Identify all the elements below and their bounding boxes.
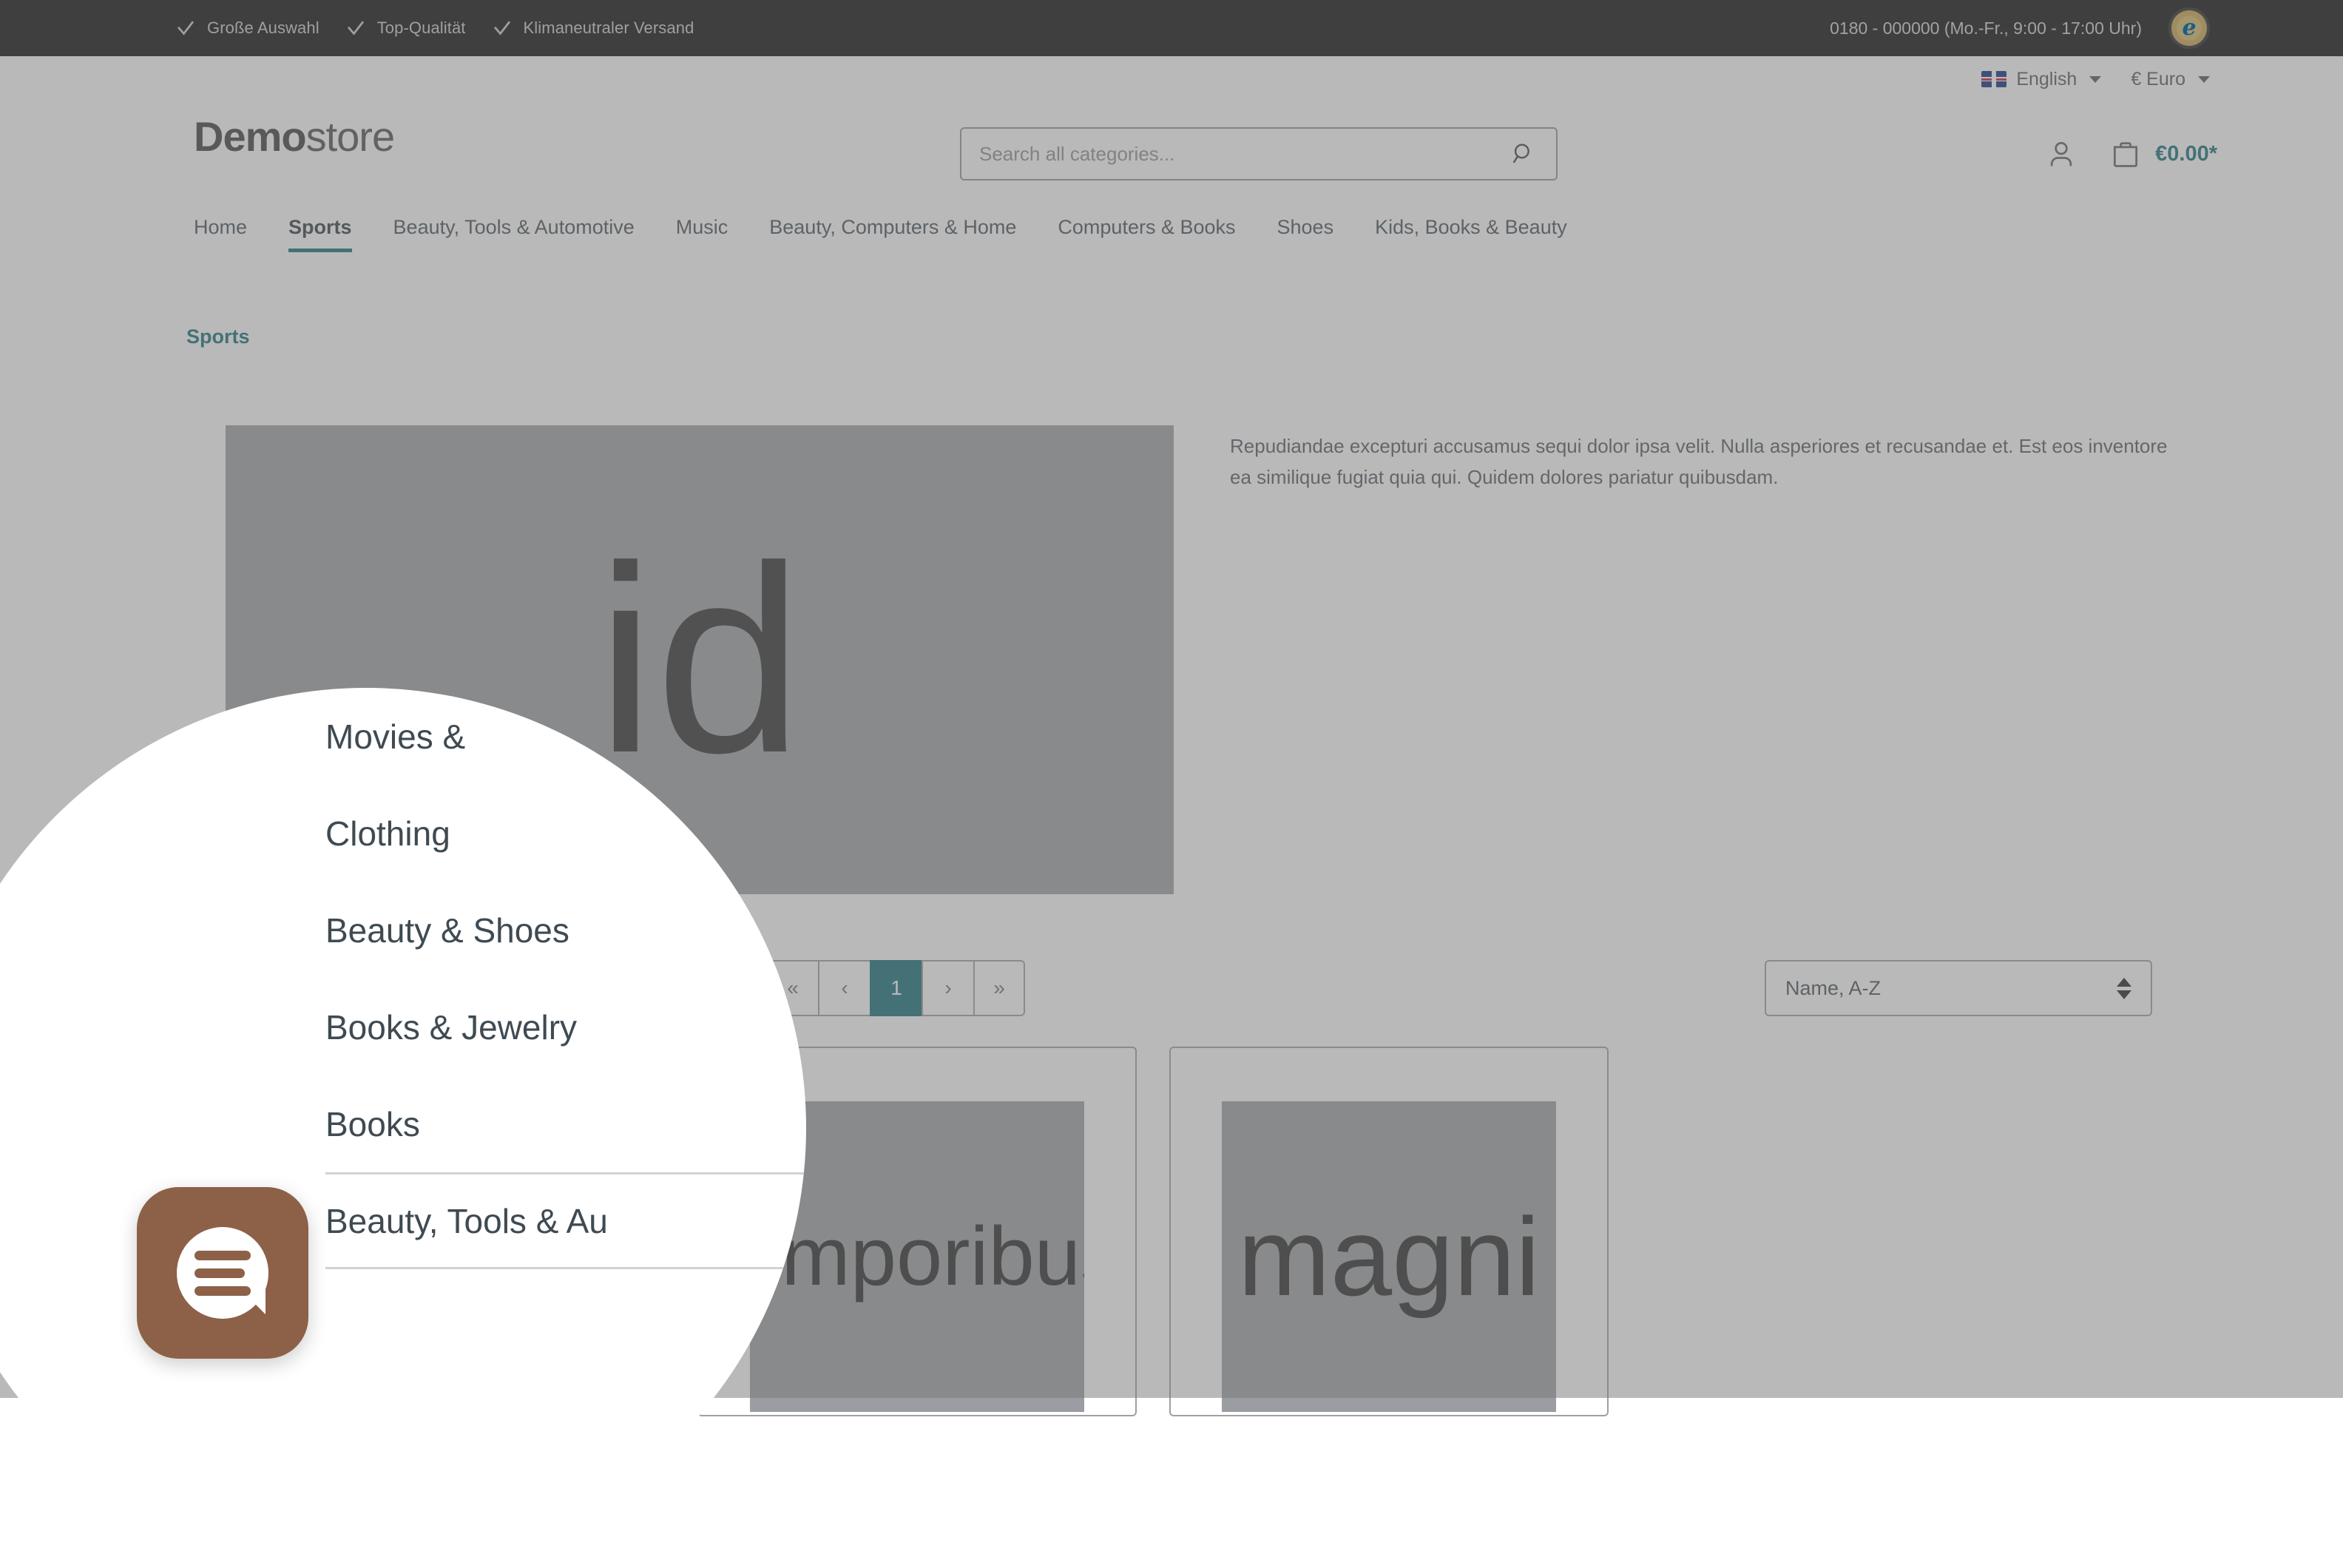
dropdown-item-books[interactable]: Books [325, 1075, 806, 1172]
select-stepper-icon [2117, 978, 2131, 999]
usp-label: Klimaneutraler Versand [524, 18, 694, 38]
dropdown-item-beauty-shoes[interactable]: Beauty & Shoes [325, 882, 806, 979]
language-selector[interactable]: English [1981, 69, 2101, 90]
pagination-next-page[interactable]: › [922, 960, 973, 1016]
usp-label: Große Auswahl [207, 18, 320, 38]
nav-item-music[interactable]: Music [676, 209, 728, 258]
usp-item: Klimaneutraler Versand [491, 17, 694, 39]
category-description: Repudiandae excepturi accusamus sequi do… [1230, 430, 2191, 493]
currency-selector[interactable]: € Euro [2131, 69, 2210, 90]
logo-bold-part: Demo [194, 113, 306, 160]
check-icon [175, 17, 197, 39]
pagination-page-1[interactable]: 1 [870, 960, 922, 1016]
top-utility-bar: Große Auswahl Top-Qualität Klimaneutrale… [0, 0, 2343, 56]
badge-letter: e [2182, 17, 2196, 39]
search-button[interactable] [1509, 139, 1538, 169]
dropdown-item-clothing[interactable]: Clothing [325, 785, 806, 882]
topbar-right: 0180 - 000000 (Mo.-Fr., 9:00 - 17:00 Uhr… [1830, 7, 2210, 49]
chevron-down-icon [2089, 76, 2101, 83]
header-actions: €0.00* [2044, 127, 2217, 180]
category-dropdown-menu: Movies & Clothing Beauty & Shoes Books &… [0, 688, 806, 1269]
product-thumbnail: magni [1222, 1101, 1556, 1412]
usp-item: Große Auswahl [175, 17, 320, 39]
check-icon [491, 17, 513, 39]
dropdown-item-movies[interactable]: Movies & [325, 688, 806, 785]
trusted-shops-badge-icon[interactable]: e [2168, 7, 2210, 49]
nav-item-computers-books[interactable]: Computers & Books [1058, 209, 1235, 258]
main-navigation: Home Sports Beauty, Tools & Automotive M… [0, 209, 2343, 271]
pagination-prev-page[interactable]: ‹ [818, 960, 870, 1016]
logo-light-part: store [306, 113, 395, 160]
uk-flag-icon [1981, 71, 2006, 87]
nav-item-shoes[interactable]: Shoes [1277, 209, 1334, 258]
currency-label: € Euro [2131, 69, 2185, 90]
shopping-bag-icon [2109, 138, 2142, 170]
check-icon [345, 17, 367, 39]
chevron-down-icon [2198, 76, 2210, 83]
cart-total-amount: €0.00* [2155, 142, 2217, 166]
hotline-text: 0180 - 000000 (Mo.-Fr., 9:00 - 17:00 Uhr… [1830, 18, 2142, 38]
cart-button[interactable]: €0.00* [2109, 138, 2217, 170]
usp-label: Top-Qualität [377, 18, 466, 38]
account-button[interactable] [2044, 137, 2078, 171]
breadcrumb[interactable]: Sports [186, 325, 250, 348]
pagination-last-page[interactable]: » [973, 960, 1025, 1016]
nav-item-beauty-computers-home[interactable]: Beauty, Computers & Home [769, 209, 1016, 258]
user-icon [2045, 138, 2077, 170]
spotlight-circle: Movies & Clothing Beauty & Shoes Books &… [0, 688, 806, 1568]
locale-bar: English € Euro [0, 56, 2343, 102]
sort-select-value: Name, A-Z [1785, 977, 2117, 1000]
search-icon [1511, 141, 1536, 166]
usp-item: Top-Qualität [345, 17, 466, 39]
nav-item-sports[interactable]: Sports [288, 209, 352, 258]
nav-item-home[interactable]: Home [194, 209, 247, 258]
site-logo[interactable]: Demostore [194, 112, 394, 160]
nav-item-kids-books-beauty[interactable]: Kids, Books & Beauty [1375, 209, 1567, 258]
chat-bubble-icon [177, 1227, 268, 1319]
search-bar[interactable] [960, 127, 1558, 180]
usp-list: Große Auswahl Top-Qualität Klimaneutrale… [175, 17, 694, 39]
product-image-text: magni [1238, 1201, 1541, 1312]
product-card[interactable]: magni [1169, 1047, 1609, 1416]
dropdown-item-books-jewelry[interactable]: Books & Jewelry [325, 979, 806, 1075]
chat-widget-button[interactable] [137, 1187, 308, 1359]
sort-select[interactable]: Name, A-Z [1765, 960, 2152, 1016]
search-input[interactable] [979, 143, 1509, 166]
dropdown-item-beauty-tools-automotive[interactable]: Beauty, Tools & Au [325, 1172, 806, 1269]
nav-item-beauty-tools-automotive[interactable]: Beauty, Tools & Automotive [393, 209, 635, 258]
language-label: English [2016, 69, 2077, 90]
